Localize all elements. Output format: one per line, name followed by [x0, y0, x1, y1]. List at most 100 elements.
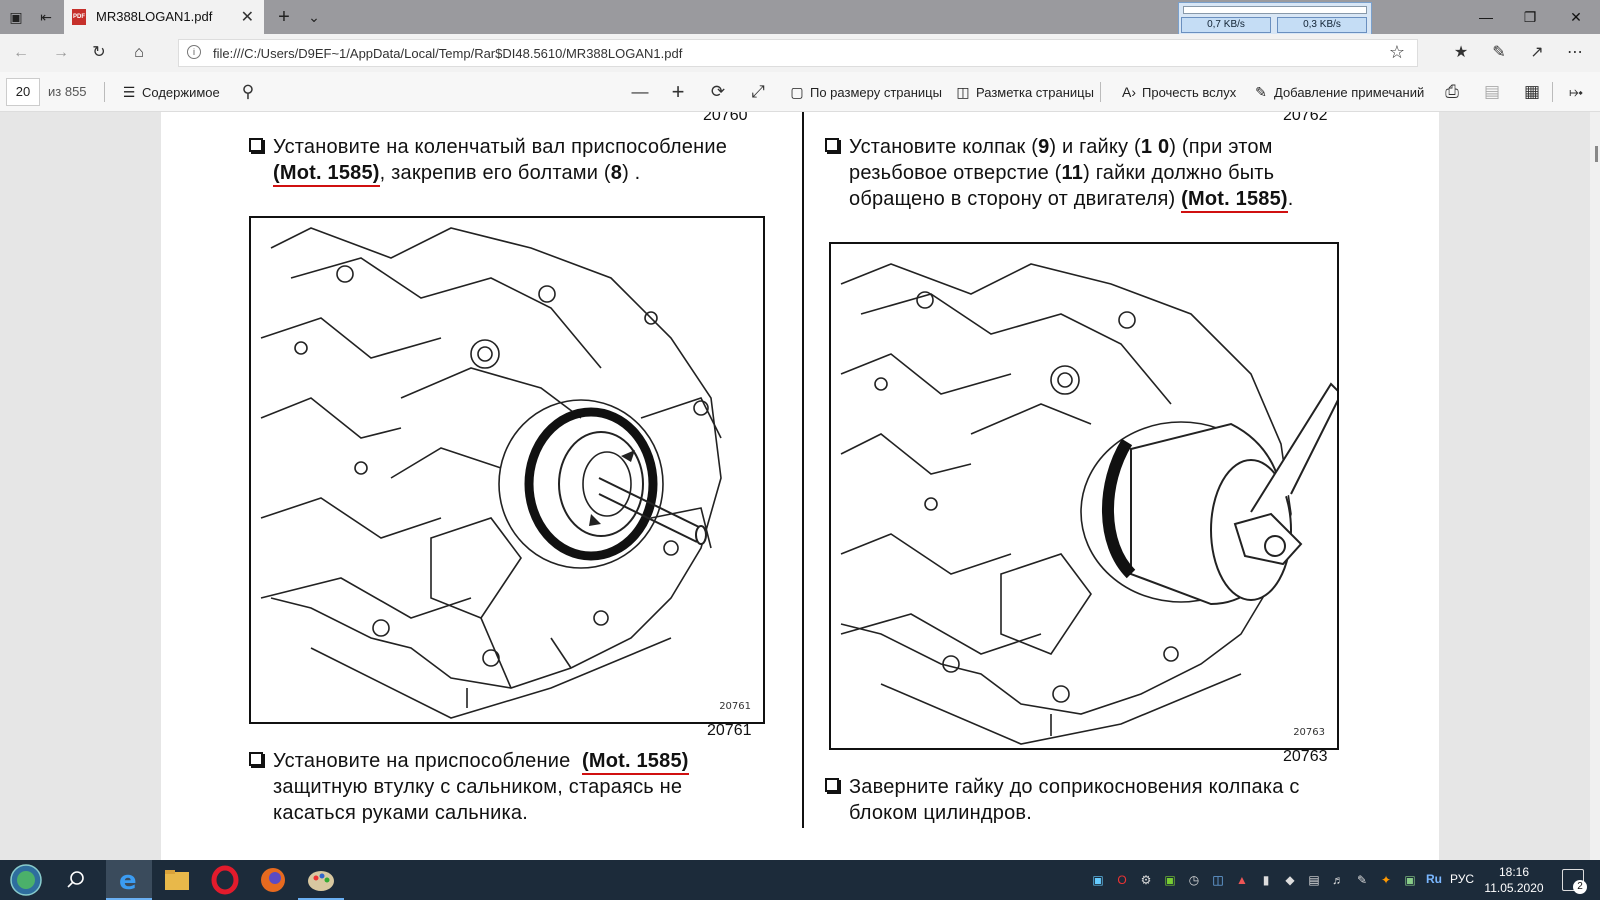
tab-title: MR388LOGAN1.pdf: [96, 9, 213, 24]
back-icon[interactable]: ←: [8, 41, 34, 65]
restore-icon[interactable]: ❐: [1510, 5, 1550, 29]
tray-pen-icon[interactable]: ✎: [1354, 872, 1370, 888]
pen-icon: ✎: [1255, 84, 1267, 100]
clock-time: 18:16: [1498, 865, 1530, 879]
language-indicator[interactable]: РУС: [1450, 872, 1474, 886]
save-icon[interactable]: ▤: [1480, 81, 1504, 103]
figure-crankshaft-tool: 20761: [249, 216, 765, 724]
taskbar-paint-app[interactable]: [298, 860, 344, 900]
taskbar-opera[interactable]: [202, 860, 248, 900]
engine-block-illustration: [260, 227, 722, 719]
share-icon[interactable]: ↗: [1524, 41, 1550, 65]
favorite-star-icon[interactable]: ☆: [1389, 42, 1405, 63]
scrollbar-thumb[interactable]: [1595, 146, 1598, 162]
system-clock[interactable]: 18:16 11.05.2020: [1484, 864, 1544, 896]
navigation-bar: ← → ↻ ⌂ i file:///C:/Users/D9EF~1/AppDat…: [0, 34, 1600, 72]
svg-text:e: e: [119, 866, 137, 896]
checkbox-bullet-icon: [825, 138, 839, 152]
pdf-toolbar: 20 из 855 ☰ Содержимое ⚲ — + ⟳ ⤢ ▢ По разм…: [0, 72, 1600, 112]
language-indicator-short[interactable]: Ru: [1426, 872, 1442, 886]
save-as-icon[interactable]: ▦: [1520, 81, 1544, 103]
print-icon[interactable]: ⎙: [1440, 81, 1464, 103]
new-tab-icon[interactable]: +: [272, 5, 296, 29]
toolbar-divider: [104, 82, 105, 102]
column-divider: [802, 112, 804, 828]
tab-manager-icon[interactable]: ▣: [4, 5, 28, 29]
instruction-tighten-nut: Заверните гайку до соприкосновения колпа…: [825, 774, 1349, 826]
home-icon[interactable]: ⌂: [126, 41, 152, 65]
list-icon: ☰: [122, 84, 136, 100]
tray-nvidia-icon[interactable]: ▣: [1162, 872, 1178, 888]
opera-icon: [211, 865, 239, 895]
rotate-icon[interactable]: ⟳: [706, 81, 730, 103]
minimize-icon[interactable]: —: [1466, 5, 1506, 29]
more-options-icon[interactable]: ⋯: [1562, 41, 1588, 65]
tray-bolt-icon[interactable]: ✦: [1378, 872, 1394, 888]
figure-number-top: 20762: [1283, 112, 1328, 124]
upload-speed: 0,3 KB/s: [1277, 17, 1367, 33]
fit-page-button[interactable]: ▢ По размеру страницы: [788, 82, 942, 102]
read-aloud-button[interactable]: A› Прочесть вслух: [1120, 82, 1236, 102]
tray-security-icon[interactable]: ◆: [1282, 872, 1298, 888]
refresh-icon[interactable]: ↻: [86, 41, 112, 65]
tray-network-share-icon[interactable]: ◫: [1210, 872, 1226, 888]
tray-network-icon[interactable]: ▤: [1306, 872, 1322, 888]
tray-opera-icon[interactable]: O: [1114, 872, 1130, 888]
add-notes-button[interactable]: ✎ Добавление примечаний: [1252, 82, 1424, 102]
site-info-icon[interactable]: i: [187, 45, 201, 59]
tool-reference: (Mot. 1585): [1181, 188, 1288, 213]
tray-steam-icon[interactable]: ⚙: [1138, 872, 1154, 888]
tab-preview-chevron-icon[interactable]: ⌄: [302, 5, 326, 29]
url-text: file:///C:/Users/D9EF~1/AppData/Local/Te…: [213, 46, 683, 61]
clock-date: 11.05.2020: [1484, 881, 1544, 895]
web-note-pen-icon[interactable]: ✎: [1486, 41, 1512, 65]
instruction-install-cap-nut: Установите колпак (9) и гайку (1 0) (при…: [825, 134, 1349, 213]
figure-number-top: 20760: [703, 112, 748, 124]
page-layout-button[interactable]: ◫ Разметка страницы: [954, 82, 1094, 102]
zoom-in-icon[interactable]: +: [666, 81, 690, 103]
page-total: из 855: [48, 84, 87, 99]
figure-ref-label: 20763: [1293, 727, 1325, 738]
fit-page-icon: ▢: [790, 84, 804, 100]
vertical-scrollbar[interactable]: [1590, 112, 1600, 860]
engine-block-wrench-illustration: [840, 263, 1337, 745]
cap-and-wrench: [1080, 382, 1337, 606]
taskbar-edge[interactable]: e: [106, 860, 152, 900]
address-bar[interactable]: i file:///C:/Users/D9EF~1/AppData/Local/…: [178, 39, 1418, 67]
notification-center-icon[interactable]: 2: [1562, 869, 1587, 894]
page-layout-icon: ◫: [956, 84, 970, 100]
browser-tab[interactable]: PDF MR388LOGAN1.pdf ✕: [64, 0, 264, 34]
search-icon[interactable]: ⚲: [236, 81, 260, 103]
pdf-file-icon: PDF: [72, 9, 86, 25]
page-number-input[interactable]: 20: [6, 78, 40, 106]
firefox-icon: [261, 868, 285, 892]
tray-battery-icon[interactable]: ▣: [1402, 872, 1418, 888]
tool-reference: (Mot. 1585): [273, 162, 380, 187]
taskbar-file-explorer[interactable]: [154, 860, 200, 900]
set-aside-tabs-icon[interactable]: ⇤: [34, 5, 58, 29]
figure-ref-label: 20761: [719, 701, 751, 712]
tray-clock-icon[interactable]: ◷: [1186, 872, 1202, 888]
taskbar-firefox[interactable]: [250, 860, 296, 900]
zoom-out-icon[interactable]: —: [628, 81, 652, 103]
fullscreen-icon[interactable]: ⤢: [746, 81, 770, 103]
tray-usb-icon[interactable]: ▮: [1258, 872, 1274, 888]
tray-update-icon[interactable]: ▲: [1234, 872, 1250, 888]
pdf-viewport[interactable]: 20760 Установите на коленчатый вал присп…: [0, 112, 1600, 860]
close-tab-icon[interactable]: ✕: [241, 7, 254, 27]
checkbox-bullet-icon: [249, 752, 263, 766]
close-window-icon[interactable]: ✕: [1556, 5, 1596, 29]
download-speed: 0,7 KB/s: [1181, 17, 1271, 33]
toolbar-divider: [1552, 82, 1553, 102]
network-meter-widget: 0,7 KB/s 0,3 KB/s: [1178, 2, 1372, 36]
tray-app-icon[interactable]: ▣: [1090, 872, 1106, 888]
contents-button[interactable]: ☰ Содержимое: [120, 82, 220, 102]
pin-toolbar-icon[interactable]: ⤠: [1564, 81, 1588, 103]
start-button[interactable]: [0, 860, 46, 900]
favorites-hub-icon[interactable]: ★: [1448, 41, 1474, 65]
search-button[interactable]: [56, 860, 102, 900]
tray-volume-icon[interactable]: ♬: [1330, 872, 1346, 888]
forward-icon[interactable]: →: [48, 41, 74, 65]
palette-icon: [308, 871, 334, 891]
taskbar: e ▣ O ⚙ ▣ ◷ ◫ ▲ ▮ ◆ ▤ ♬ ✎ ✦ ▣ Ru РУС 18:…: [0, 860, 1600, 900]
